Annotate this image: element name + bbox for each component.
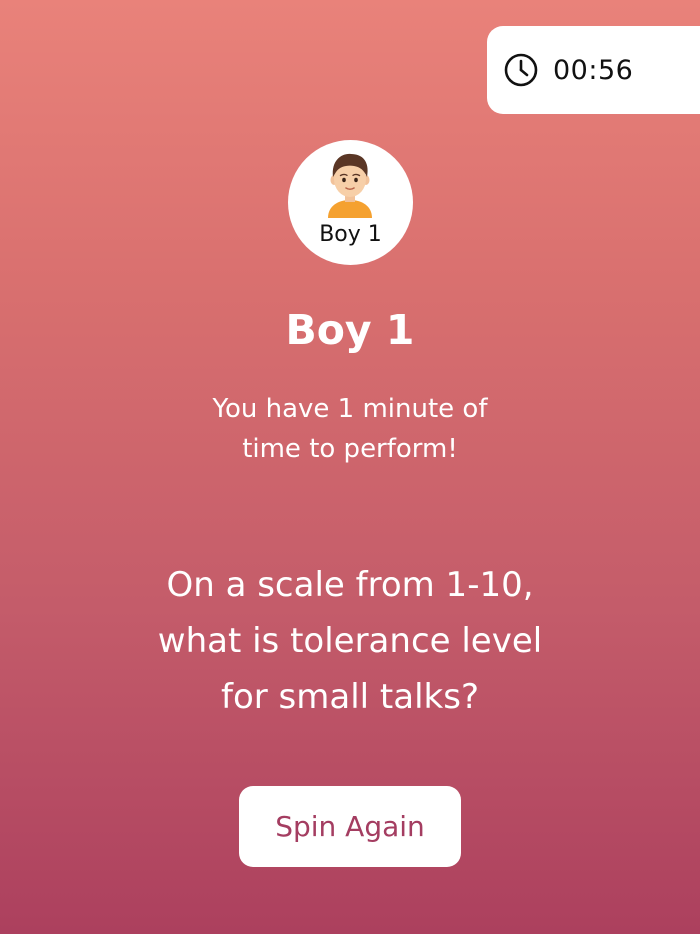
spin-again-button[interactable]: Spin Again bbox=[239, 786, 461, 867]
game-screen: 00:56 Boy 1 Boy 1 You have 1 minute of t… bbox=[0, 0, 700, 934]
timer-badge: 00:56 bbox=[487, 26, 700, 114]
player-avatar: Boy 1 bbox=[288, 140, 413, 265]
player-name: Boy 1 bbox=[285, 306, 415, 354]
instruction-text: You have 1 minute of time to perform! bbox=[212, 394, 488, 464]
boy-avatar-icon bbox=[328, 153, 372, 218]
question-text: On a scale from 1-10, what is tolerance … bbox=[157, 565, 543, 717]
avatar-label: Boy 1 bbox=[319, 222, 382, 247]
clock-icon bbox=[504, 53, 538, 87]
timer-value: 00:56 bbox=[553, 54, 634, 86]
